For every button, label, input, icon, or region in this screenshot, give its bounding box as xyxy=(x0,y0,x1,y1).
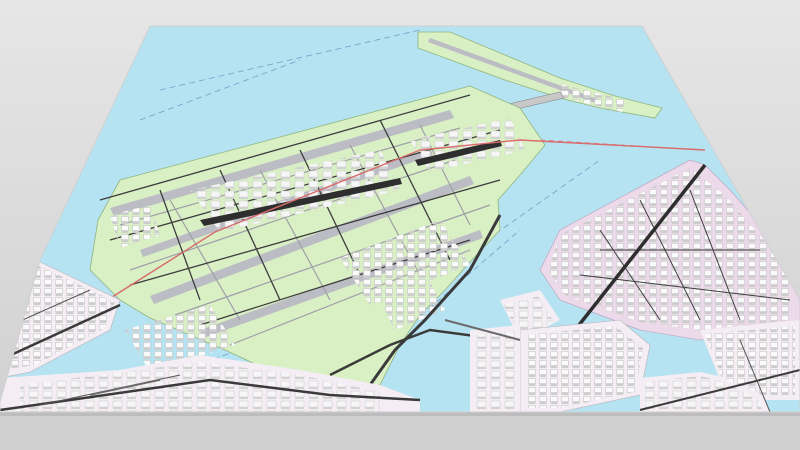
map-scene xyxy=(0,0,800,450)
